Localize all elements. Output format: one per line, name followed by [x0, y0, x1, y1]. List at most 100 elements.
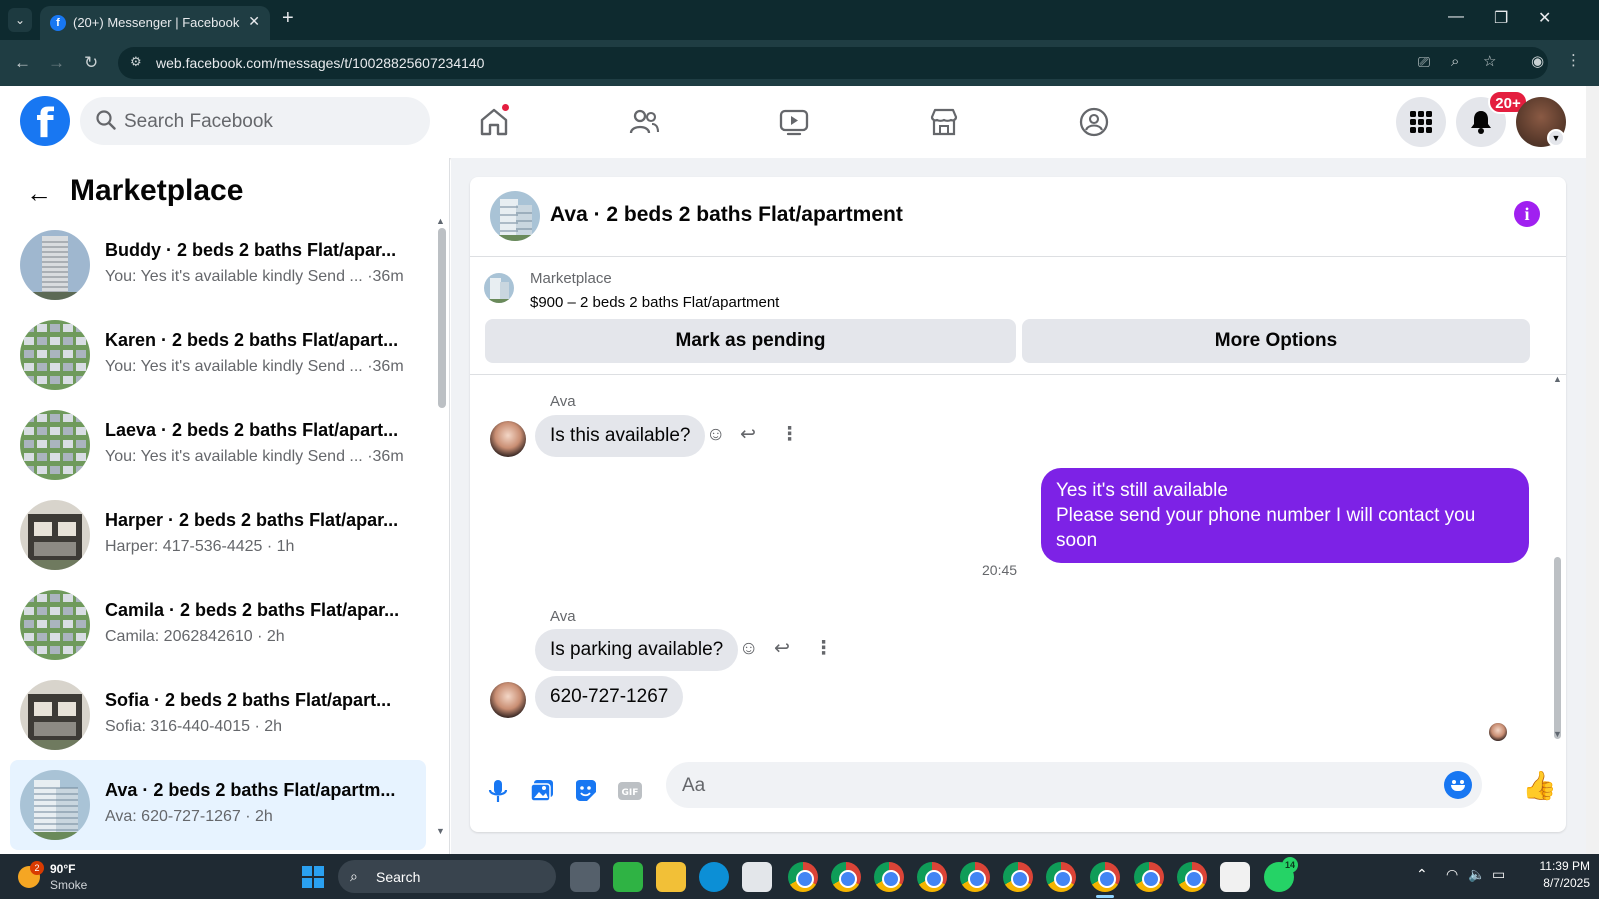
clock-date[interactable]: 8/7/2025 — [1530, 876, 1590, 890]
taskbar-search-label: Search — [376, 869, 421, 885]
tab-close-icon[interactable]: ✕ — [248, 13, 260, 30]
chat-scroll-down-icon[interactable]: ▼ — [1553, 729, 1562, 739]
store-icon[interactable] — [742, 862, 772, 892]
clock-time[interactable]: 11:39 PM — [1530, 859, 1590, 873]
chrome-icon-8[interactable] — [1134, 862, 1164, 892]
browser-tab[interactable]: f (20+) Messenger | Facebook ✕ — [40, 6, 270, 40]
url-field[interactable]: ⚙ web.facebook.com/messages/t/1002882560… — [118, 47, 1548, 79]
back-icon[interactable]: ← — [14, 53, 31, 73]
nav-friends[interactable] — [620, 100, 668, 144]
incoming-message-2[interactable]: Is parking available? — [535, 629, 739, 671]
outgoing-message[interactable]: Yes it's still available Please send you… — [1041, 468, 1529, 563]
facebook-search-input[interactable]: Search Facebook — [80, 97, 430, 145]
sender-name-2: Ava — [550, 608, 576, 625]
chrome-icon-9[interactable] — [1177, 862, 1207, 892]
chat-panel: Ava · 2 beds 2 baths Flat/apartment i Ma… — [470, 177, 1566, 832]
gif-icon[interactable]: GIF — [616, 777, 644, 805]
chrome-icon-6[interactable] — [1003, 862, 1033, 892]
scroll-down-arrow-icon[interactable]: ▼ — [436, 826, 445, 836]
sticker-icon[interactable] — [572, 777, 600, 805]
photo-icon[interactable] — [528, 777, 556, 805]
incoming-message-3[interactable]: 620-727-1267 — [535, 676, 684, 718]
conversation-item[interactable]: Buddy · 2 beds 2 baths Flat/apar... You: … — [10, 220, 426, 310]
document-app-icon[interactable] — [1220, 862, 1250, 892]
forward-icon[interactable]: → — [48, 53, 65, 73]
chrome-icon-1[interactable] — [788, 862, 818, 892]
restore-icon[interactable]: ❐ — [1494, 8, 1508, 28]
conversation-item[interactable]: Harper · 2 beds 2 baths Flat/apar... Harp… — [10, 490, 426, 580]
nav-home[interactable] — [470, 100, 518, 144]
bookmark-star-icon[interactable]: ☆ — [1483, 52, 1496, 70]
install-app-icon[interactable]: ⎚ — [1418, 54, 1430, 71]
facebook-logo-icon[interactable]: f — [20, 96, 70, 146]
minimize-icon[interactable]: — — [1448, 8, 1464, 26]
volume-icon[interactable]: 🔈 — [1468, 866, 1485, 883]
chrome-icon-active[interactable] — [1090, 862, 1120, 892]
new-tab-icon[interactable]: + — [282, 7, 294, 30]
scroll-up-arrow-icon[interactable]: ▲ — [436, 216, 445, 226]
profile-icon[interactable]: ◉ — [1531, 52, 1544, 70]
incoming-message[interactable]: Is this available? — [535, 415, 706, 457]
conversation-item[interactable]: Sofia · 2 beds 2 baths Flat/apart... Sofi… — [10, 670, 426, 760]
tray-overflow-icon[interactable]: ⌃ — [1416, 866, 1428, 883]
task-view-icon[interactable] — [570, 862, 600, 892]
conversation-item[interactable]: Camila · 2 beds 2 baths Flat/apar... Cami… — [10, 580, 426, 670]
react-emoji-icon[interactable]: ☺ — [706, 424, 725, 446]
chrome-icon-5[interactable] — [960, 862, 990, 892]
chrome-icon-2[interactable] — [831, 862, 861, 892]
chevron-down-icon[interactable]: ▼ — [1547, 129, 1565, 147]
chrome-icon-7[interactable] — [1046, 862, 1076, 892]
green-app-icon[interactable] — [613, 862, 643, 892]
listing-title[interactable]: $900 – 2 beds 2 baths Flat/apartment — [530, 294, 779, 311]
sender-avatar-2[interactable] — [490, 682, 526, 718]
mark-as-pending-button[interactable]: Mark as pending — [485, 319, 1016, 363]
emoji-icon[interactable] — [1444, 771, 1472, 799]
sender-avatar[interactable] — [490, 421, 526, 457]
grid-icon — [1410, 111, 1432, 133]
chat-scroll-up-icon[interactable]: ▲ — [1553, 374, 1562, 384]
nav-groups[interactable] — [1070, 100, 1118, 144]
more-actions-icon-2[interactable]: ⋮ — [814, 637, 833, 660]
listing-thumbnail[interactable] — [484, 273, 514, 303]
conversation-item[interactable]: Ava · 2 beds 2 baths Flat/apartm... Ava: … — [10, 760, 426, 850]
marketplace-icon — [930, 108, 958, 136]
tab-search-menu-icon[interactable]: ⌄ — [8, 8, 32, 32]
taskbar-search[interactable]: ⌕ Search — [338, 860, 556, 893]
more-actions-icon[interactable]: ⋮ — [780, 423, 799, 446]
chrome-icon-4[interactable] — [917, 862, 947, 892]
info-icon[interactable]: i — [1514, 201, 1540, 227]
back-arrow-icon[interactable]: ← — [26, 178, 52, 209]
reload-icon[interactable]: ↻ — [84, 53, 98, 73]
window-close-icon[interactable]: ✕ — [1538, 8, 1551, 28]
start-icon[interactable] — [302, 866, 324, 888]
chrome-icon-3[interactable] — [874, 862, 904, 892]
page-scrollbar[interactable] — [1586, 86, 1599, 854]
react-emoji-icon-2[interactable]: ☺ — [739, 638, 758, 660]
chat-avatar[interactable] — [490, 191, 540, 241]
nav-video[interactable] — [770, 100, 818, 144]
site-info-icon[interactable]: ⚙ — [130, 54, 142, 70]
conversation-name: Laeva · 2 beds 2 baths Flat/apart... — [105, 420, 399, 440]
message-input[interactable]: Aa — [666, 762, 1482, 808]
battery-icon[interactable]: ▭ — [1492, 866, 1505, 883]
more-options-button[interactable]: More Options — [1022, 319, 1530, 363]
menu-grid-button[interactable] — [1396, 97, 1446, 147]
wifi-icon[interactable]: ◠ — [1446, 866, 1458, 883]
chat-scrollbar[interactable] — [1554, 557, 1561, 739]
microphone-icon[interactable] — [484, 777, 512, 805]
file-explorer-icon[interactable] — [656, 862, 686, 892]
tab-title: (20+) Messenger | Facebook — [73, 15, 240, 30]
browser-menu-icon[interactable]: ⋮ — [1566, 51, 1581, 69]
zoom-icon[interactable]: ⌕ — [1451, 53, 1459, 70]
conversation-preview: You: Yes it's available kindly Send ... … — [105, 268, 404, 285]
thumbs-up-icon[interactable]: 👍 — [1522, 769, 1557, 802]
reply-icon-2[interactable]: ↩ — [774, 637, 790, 660]
conversation-item[interactable]: Karen · 2 beds 2 baths Flat/apart... You:… — [10, 310, 426, 400]
reply-icon[interactable]: ↩ — [740, 423, 756, 446]
conversation-thumbnail — [20, 500, 90, 570]
sidebar-scrollbar[interactable] — [438, 228, 446, 408]
nav-marketplace[interactable] — [920, 100, 968, 144]
message-thread: Ava Is this available? ☺ ↩ ⋮ Yes it's st… — [470, 377, 1566, 747]
edge-icon[interactable] — [699, 862, 729, 892]
conversation-item[interactable]: Laeva · 2 beds 2 baths Flat/apart... You:… — [10, 400, 426, 490]
